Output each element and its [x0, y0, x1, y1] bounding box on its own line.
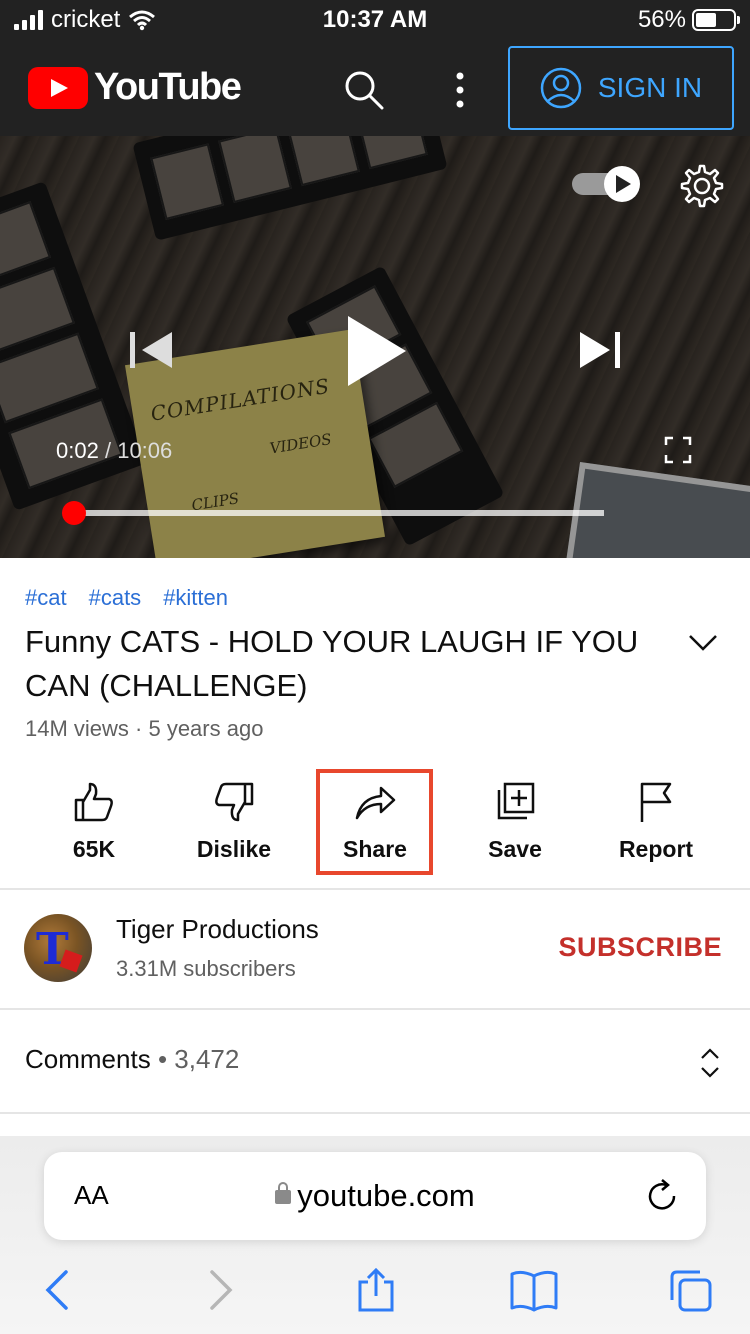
comments-label: Comments [25, 1044, 151, 1074]
forward-icon[interactable] [198, 1268, 242, 1312]
hashtag-link[interactable]: #cats [89, 585, 142, 611]
report-label: Report [618, 836, 694, 862]
like-button[interactable]: 65K [24, 766, 164, 878]
hashtag-link[interactable]: #kitten [163, 585, 228, 611]
status-bar: cricket 10:37 AM 56% [0, 0, 750, 40]
battery-fill [696, 13, 717, 27]
hashtag-list: #cat #cats #kitten [25, 585, 228, 611]
account-circle-icon [540, 67, 582, 109]
like-count: 65K [72, 836, 116, 862]
battery-icon [692, 9, 740, 31]
battery-percent: 56% [637, 6, 686, 33]
dislike-button[interactable]: Dislike [164, 766, 304, 878]
next-icon[interactable] [576, 330, 624, 370]
sign-in-label: SIGN IN [597, 72, 703, 103]
reload-icon[interactable] [644, 1178, 680, 1214]
youtube-header: YouTube SIGN IN [0, 40, 750, 136]
sign-in-button[interactable]: SIGN IN [508, 46, 734, 130]
current-time: 0:02 [56, 438, 99, 463]
play-icon[interactable] [344, 314, 410, 388]
thumbs-down-icon [215, 782, 254, 822]
dislike-label: Dislike [196, 836, 272, 862]
channel-name[interactable]: Tiger Productions [116, 914, 319, 945]
video-meta: 14M views · 5 years ago [25, 716, 264, 741]
comments-count: • 3,472 [157, 1044, 240, 1074]
more-vert-icon[interactable] [446, 68, 474, 112]
thumbs-up-icon [74, 782, 113, 822]
progress-track[interactable] [74, 510, 604, 516]
subscribe-button[interactable]: SUBSCRIBE [558, 932, 722, 963]
flag-icon [640, 782, 672, 822]
time-separator: / [104, 438, 112, 463]
chevron-down-icon[interactable] [686, 628, 720, 658]
youtube-play-logo-icon [28, 66, 88, 109]
divider [0, 1008, 750, 1010]
duration: 10:06 [117, 438, 173, 463]
youtube-logo-text: YouTube [94, 66, 242, 108]
video-player[interactable]: COMPILATIONS VIDEOS CLIPS 0:02 / 10:06 [0, 136, 750, 558]
report-button[interactable]: Report [586, 766, 726, 878]
comments-header[interactable]: Comments • 3,472 [25, 1044, 239, 1075]
video-title[interactable]: Funny CATS - HOLD YOUR LAUGH IF YOU CAN … [25, 620, 645, 708]
search-icon[interactable] [342, 68, 386, 112]
add-to-playlist-icon [497, 782, 535, 820]
share-sheet-icon[interactable] [354, 1268, 398, 1312]
save-label: Save [488, 836, 542, 862]
subscriber-count: 3.31M subscribers [116, 956, 296, 981]
playback-time: 0:02 / 10:06 [56, 438, 172, 464]
progress-scrubber[interactable] [62, 501, 86, 525]
previous-icon[interactable] [128, 330, 176, 370]
lock-icon [275, 1182, 292, 1204]
tabs-icon[interactable] [668, 1268, 714, 1314]
save-button[interactable]: Save [445, 766, 585, 878]
autoplay-toggle-icon[interactable] [572, 166, 642, 202]
channel-row[interactable]: T Tiger Productions 3.31M subscribers SU… [0, 890, 750, 1008]
back-icon[interactable] [36, 1268, 80, 1312]
share-highlight-box [316, 769, 433, 875]
settings-gear-icon[interactable] [680, 164, 724, 208]
url-text: youtube.com [297, 1178, 475, 1213]
divider [0, 1112, 750, 1114]
url-display[interactable]: youtube.com [44, 1178, 706, 1214]
channel-avatar[interactable]: T [24, 914, 92, 982]
unfold-icon[interactable] [696, 1046, 724, 1080]
fullscreen-icon[interactable] [664, 436, 692, 464]
address-bar[interactable]: AA youtube.com [44, 1152, 706, 1240]
hashtag-link[interactable]: #cat [25, 585, 67, 611]
battery-group: 56% [637, 6, 740, 34]
youtube-logo[interactable]: YouTube [28, 66, 242, 109]
bookmarks-icon[interactable] [508, 1268, 560, 1312]
